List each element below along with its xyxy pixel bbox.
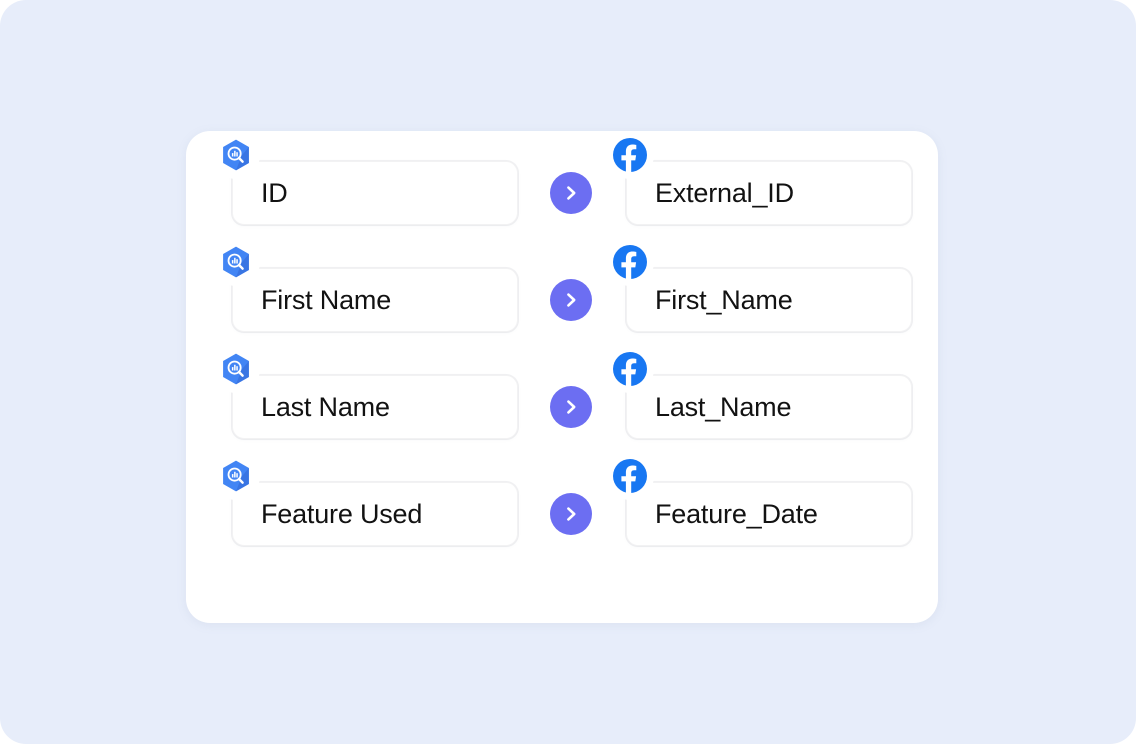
field-mapping-row-4: Feature Used Feature_Date <box>186 452 938 546</box>
target-field-label: First_Name <box>655 285 793 315</box>
target-field[interactable]: Feature_Date <box>626 482 912 546</box>
target-field-label: Feature_Date <box>655 499 818 529</box>
field-mapping-row-list: ID External_ID First Name First_Name Las… <box>186 131 938 623</box>
target-field-label: Last_Name <box>655 392 792 422</box>
source-field-label: Feature Used <box>261 499 423 529</box>
target-field[interactable]: First_Name <box>626 268 912 332</box>
chevron-right-icon[interactable] <box>550 279 592 321</box>
facebook-icon <box>606 345 654 393</box>
page-root: ID External_ID First Name First_Name Las… <box>0 0 1136 744</box>
facebook-icon-glyph <box>611 457 649 495</box>
source-field-label: First Name <box>261 285 392 315</box>
facebook-icon-glyph <box>611 136 649 174</box>
facebook-icon-glyph <box>611 243 649 281</box>
target-field[interactable]: External_ID <box>626 161 912 225</box>
bigquery-icon-glyph <box>217 350 255 388</box>
field-mapping-row-3: Last Name Last_Name <box>186 345 938 439</box>
bigquery-icon <box>212 238 260 286</box>
bigquery-icon <box>212 131 260 179</box>
source-field[interactable]: ID <box>232 161 518 225</box>
chevron-right-icon[interactable] <box>550 493 592 535</box>
chevron-right-icon[interactable] <box>550 386 592 428</box>
source-field[interactable]: Last Name <box>232 375 518 439</box>
source-field[interactable]: First Name <box>232 268 518 332</box>
field-mapping-row-2: First Name First_Name <box>186 238 938 332</box>
field-mapping-card: ID External_ID First Name First_Name Las… <box>186 131 938 623</box>
source-field-label: Last Name <box>261 392 390 422</box>
chevron-right-icon[interactable] <box>550 172 592 214</box>
source-field[interactable]: Feature Used <box>232 482 518 546</box>
facebook-icon <box>606 238 654 286</box>
source-field-label: ID <box>261 178 288 208</box>
bigquery-icon <box>212 345 260 393</box>
bigquery-icon-glyph <box>217 136 255 174</box>
bigquery-icon-glyph <box>217 457 255 495</box>
bigquery-icon <box>212 452 260 500</box>
bigquery-icon-glyph <box>217 243 255 281</box>
facebook-icon <box>606 131 654 179</box>
target-field-label: External_ID <box>655 178 794 208</box>
target-field[interactable]: Last_Name <box>626 375 912 439</box>
facebook-icon-glyph <box>611 350 649 388</box>
facebook-icon <box>606 452 654 500</box>
field-mapping-row-1: ID External_ID <box>186 131 938 225</box>
